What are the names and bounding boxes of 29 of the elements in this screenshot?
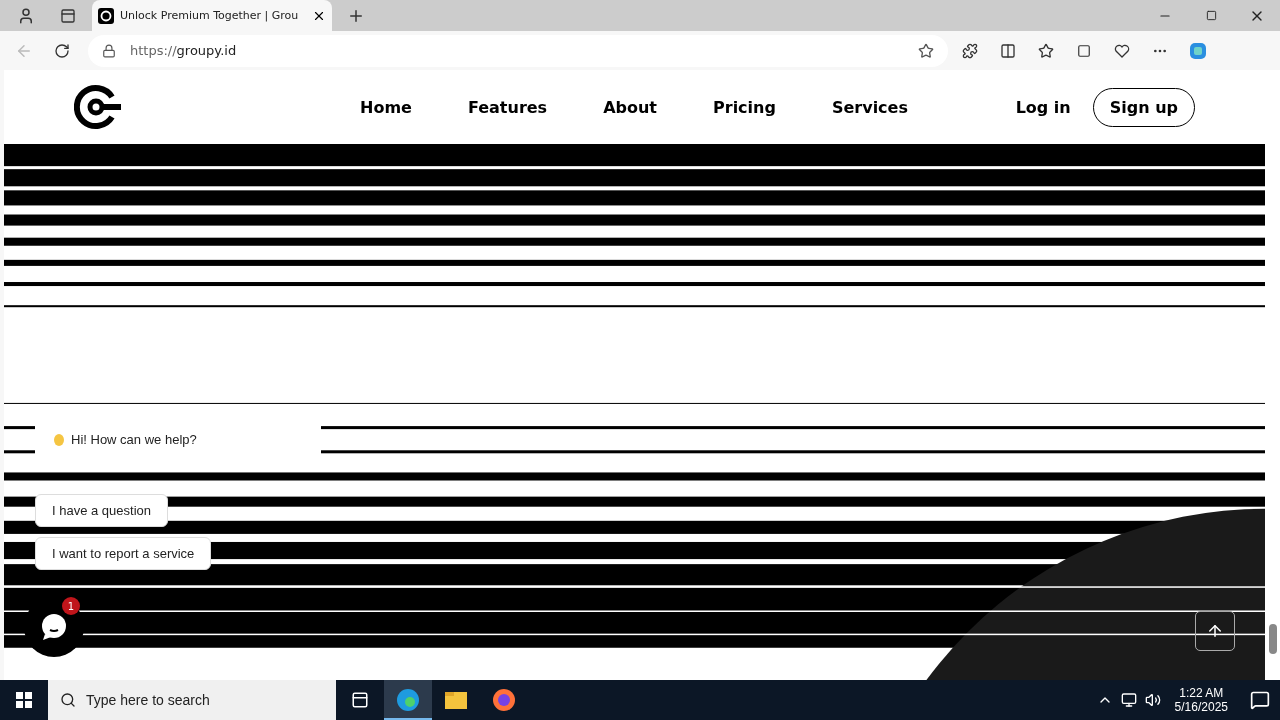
taskbar-search-field[interactable]: Type here to search [48,680,336,720]
browser-tab[interactable]: Unlock Premium Together | Grou [92,0,332,31]
address-field[interactable]: https://groupy.id [88,34,948,67]
nav-link[interactable]: About [603,97,657,117]
windows-logo-icon [16,692,32,708]
nav-link[interactable]: Home [360,97,412,117]
scrollbar[interactable] [1265,70,1280,680]
quick-reply-button[interactable]: I have a question [35,494,169,527]
browser-taskbar-icon[interactable] [384,680,432,720]
url-text: https://groupy.id [130,43,238,58]
signup-button[interactable]: Sign up [1092,87,1195,127]
volume-icon[interactable] [1144,692,1161,708]
greeting-text: Hi! How can we help? [71,431,197,447]
nav-link[interactable]: Services [831,97,908,117]
nav-link[interactable]: Pricing [713,97,776,117]
favorite-star-icon[interactable] [918,42,934,59]
site-logo-icon[interactable] [74,83,122,131]
quick-reply-button[interactable]: I want to report a service [35,537,212,570]
login-link[interactable]: Log in [1015,97,1071,117]
network-icon[interactable] [1120,692,1137,708]
site-logo-icon [98,7,114,24]
taskbar-clock[interactable]: 1:22 AM 5/16/2025 [1174,686,1228,714]
tab-title: Unlock Premium Together | Grou [120,9,300,22]
lock-icon [102,43,116,58]
nav-link[interactable]: Features [467,97,548,117]
notifications-icon[interactable] [1250,690,1270,710]
chat-bubble-icon [39,612,69,642]
search-icon [60,692,76,708]
scroll-top-button[interactable] [1195,611,1235,651]
